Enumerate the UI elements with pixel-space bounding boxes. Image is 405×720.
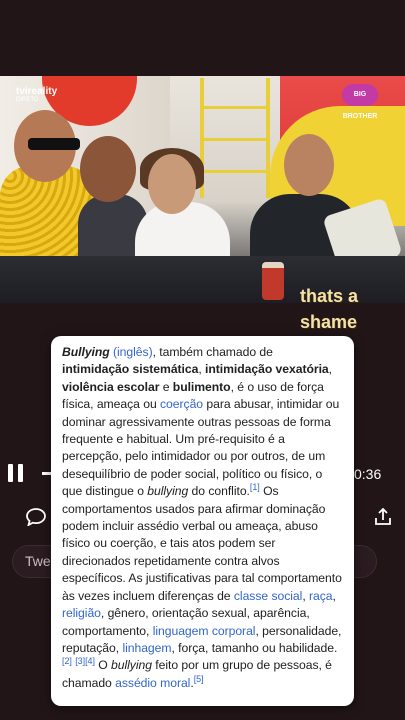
- ref-1[interactable]: [1]: [250, 482, 260, 492]
- pause-icon[interactable]: [8, 464, 26, 484]
- channel-logo: tvireality DIRETO: [16, 86, 58, 103]
- link-ingles[interactable]: (inglês): [113, 345, 153, 359]
- ref-2[interactable]: [2]: [62, 656, 72, 666]
- person-4-head: [284, 134, 334, 196]
- comment-icon[interactable]: [26, 508, 46, 526]
- video-time: 0:36: [354, 466, 382, 482]
- ref-5[interactable]: [5]: [194, 674, 204, 684]
- link-religiao[interactable]: religião: [62, 606, 101, 620]
- wikipedia-preview-popup[interactable]: Bullying (inglês), também chamado de int…: [51, 336, 354, 706]
- link-assedio-moral[interactable]: assédio moral: [115, 676, 190, 690]
- article-extract: Bullying (inglês), também chamado de int…: [62, 345, 342, 690]
- sunglasses: [28, 138, 80, 150]
- screen: tvireality DIRETO BIG BROTHER thats a sh…: [0, 0, 405, 720]
- share-icon[interactable]: [374, 508, 392, 526]
- link-linhagem[interactable]: linhagem: [122, 641, 171, 655]
- link-raca[interactable]: raça: [309, 589, 333, 603]
- studio-shelf: [200, 78, 270, 198]
- jar: [262, 262, 284, 300]
- ref-3[interactable]: [3]: [75, 656, 85, 666]
- person-3-head: [148, 154, 196, 214]
- person-2-head: [80, 136, 136, 202]
- ref-4[interactable]: [4]: [85, 656, 95, 666]
- link-coercao[interactable]: coerção: [160, 397, 203, 411]
- link-classe-social[interactable]: classe social: [234, 589, 303, 603]
- video-caption: thats a shame: [300, 286, 359, 332]
- show-logo: BIG BROTHER: [342, 84, 378, 120]
- link-linguagem-corporal[interactable]: linguagem corporal: [153, 624, 256, 638]
